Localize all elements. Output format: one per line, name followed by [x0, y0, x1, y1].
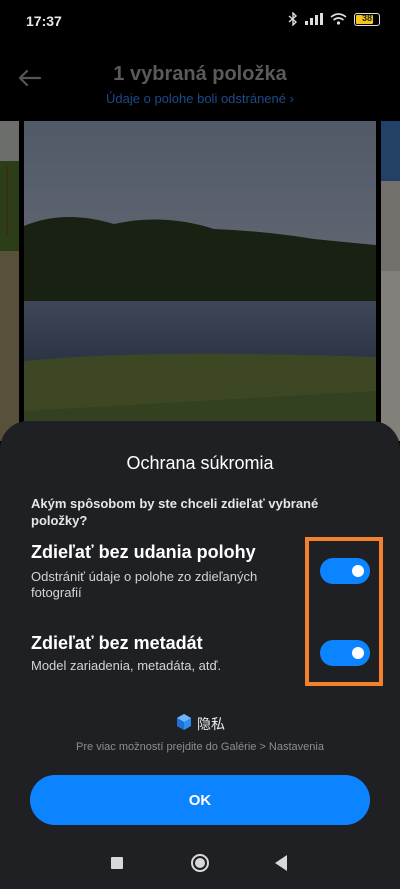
page-title: 1 vybraná položka [113, 63, 287, 85]
previous-photo[interactable] [0, 121, 19, 441]
privacy-sheet: Ochrana súkromia Akým spôsobom by ste ch… [0, 421, 400, 889]
signal-icon [305, 13, 323, 25]
share-question: Akým spôsobom by ste chceli zdieľať vybr… [31, 496, 319, 528]
recents-square-icon[interactable] [111, 857, 123, 869]
selected-photo[interactable] [24, 121, 376, 441]
privacy-brand: 隐私 [0, 713, 400, 734]
toggles-highlight-box [305, 537, 383, 686]
back-triangle-icon[interactable] [275, 855, 287, 871]
status-icons: 38 [288, 12, 380, 26]
option-no-location-title: Zdieľať bez udania polohy [31, 542, 256, 562]
privacy-cube-icon [175, 713, 193, 734]
bluetooth-icon [288, 12, 298, 26]
next-photo[interactable] [381, 121, 400, 441]
battery-icon: 38 [354, 12, 380, 26]
privacy-brand-label: 隐私 [197, 715, 225, 732]
settings-hint: Pre viac možností prejdite do Galérie > … [76, 741, 324, 753]
option-no-location-desc: Odstrániť údaje o polohe zo zdieľaných f… [31, 569, 258, 600]
option-no-metadata-desc: Model zariadenia, metadáta, atď. [31, 658, 222, 673]
sheet-title: Ochrana súkromia [126, 453, 274, 473]
ok-button[interactable]: OK [30, 775, 370, 825]
header: 1 vybraná položka Údaje o polohe boli od… [0, 55, 400, 115]
status-time: 17:37 [26, 13, 62, 29]
location-removed-link[interactable]: Údaje o polohe boli odstránené › [0, 91, 400, 106]
battery-level: 38 [361, 12, 372, 23]
status-bar: 17:37 38 [0, 0, 400, 42]
navigation-bar [0, 841, 400, 889]
home-circle-icon[interactable] [191, 854, 209, 872]
option-no-metadata-title: Zdieľať bez metadát [31, 633, 203, 653]
wifi-icon [330, 13, 347, 25]
